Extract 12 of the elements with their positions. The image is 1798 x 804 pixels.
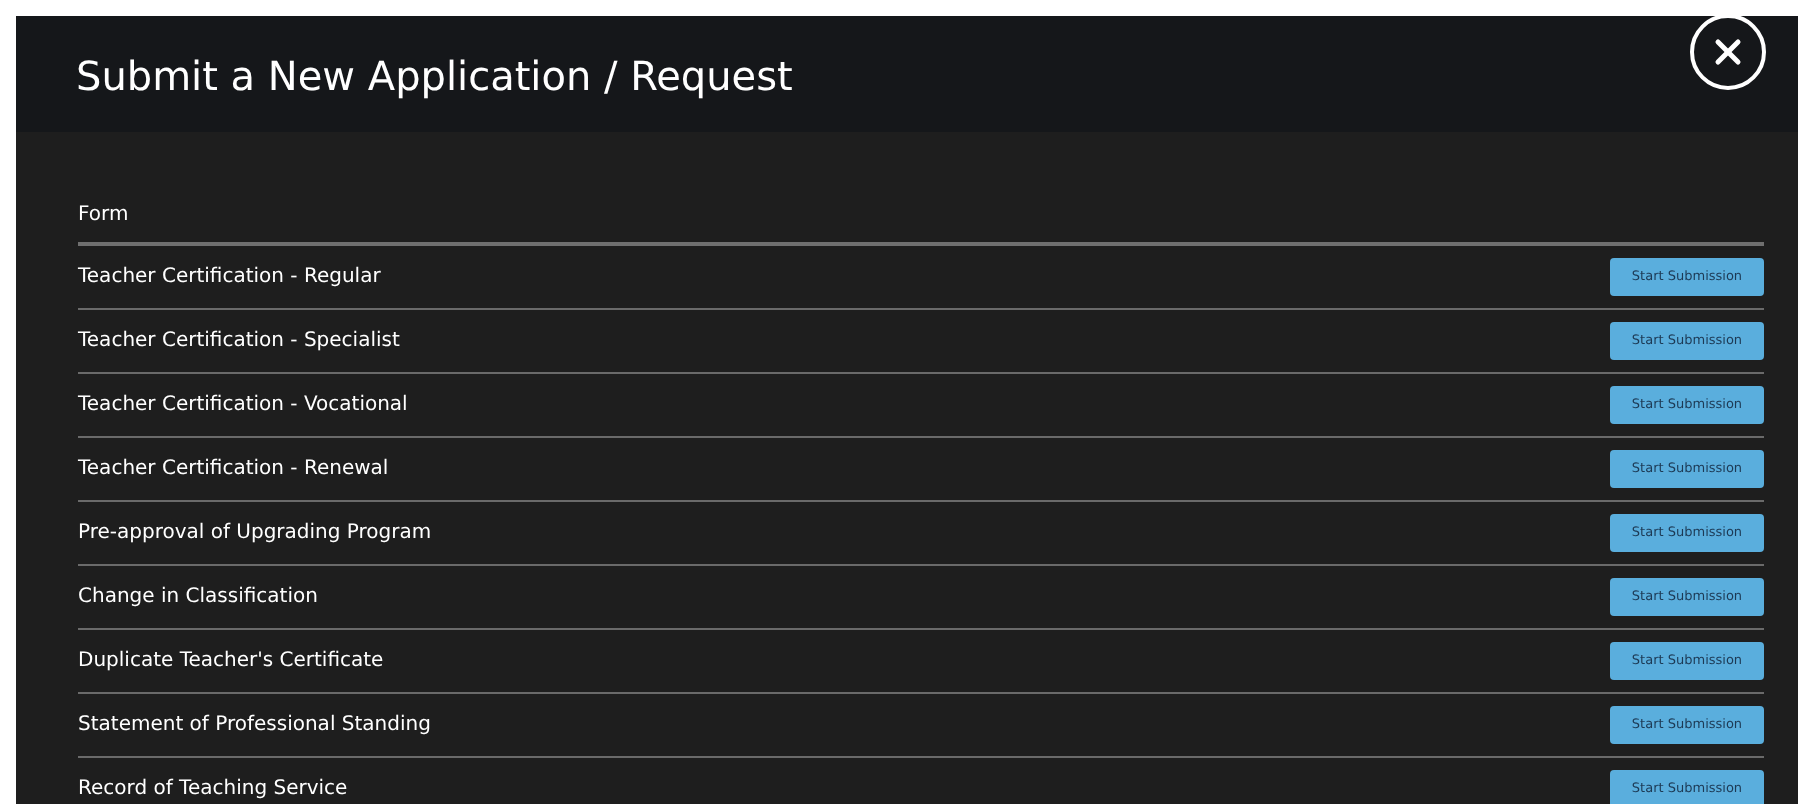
form-name: Teacher Certification - Specialist: [78, 328, 400, 356]
column-header: Form: [78, 201, 129, 229]
form-name: Duplicate Teacher's Certificate: [78, 648, 384, 676]
dialog-title: Submit a New Application / Request: [76, 50, 793, 102]
form-name: Record of Teaching Service: [78, 776, 348, 804]
form-name: Teacher Certification - Regular: [78, 264, 381, 292]
form-name: Change in Classification: [78, 584, 318, 612]
form-name: Teacher Certification - Vocational: [78, 392, 408, 420]
form-name: Teacher Certification - Renewal: [78, 456, 389, 484]
form-name: Pre-approval of Upgrading Program: [78, 520, 432, 548]
close-button[interactable]: [1690, 16, 1766, 90]
form-name: Statement of Professional Standing: [78, 712, 431, 740]
